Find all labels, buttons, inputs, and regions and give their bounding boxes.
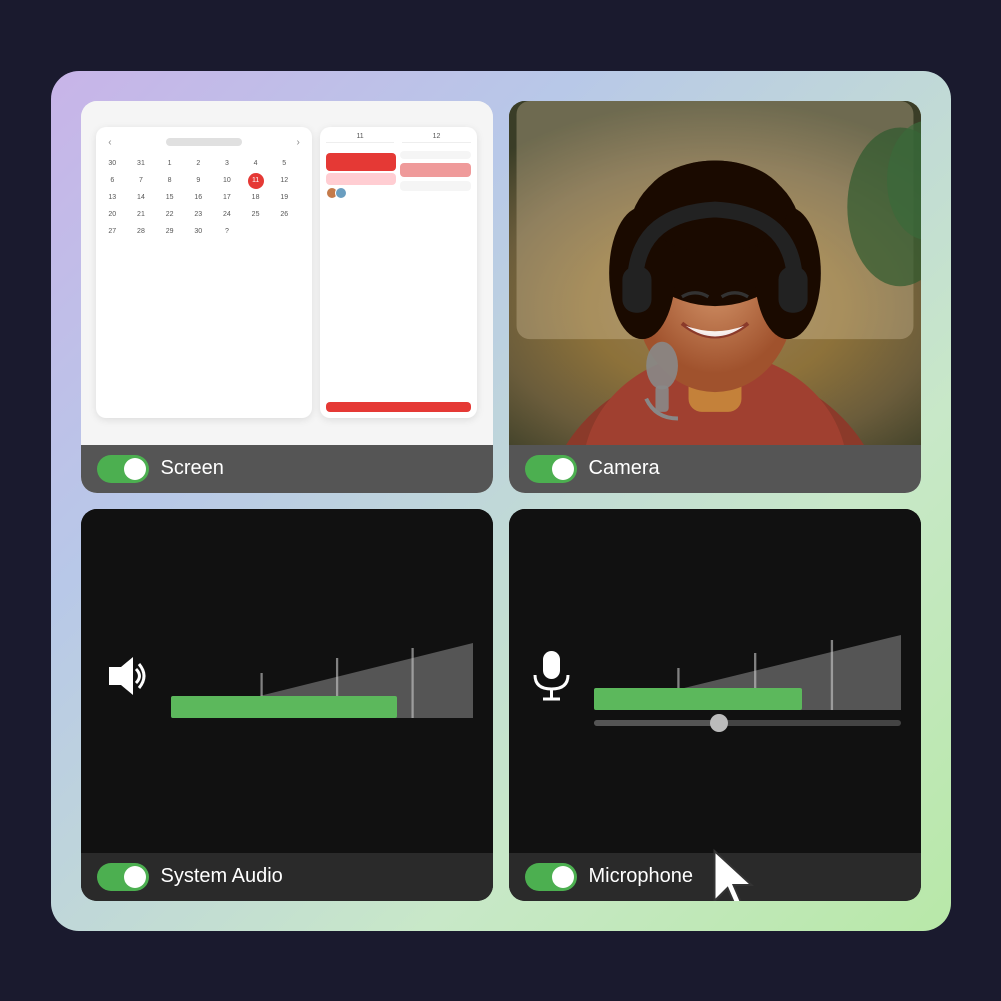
cal-day[interactable]: 14: [133, 190, 149, 206]
mic-visualization: [509, 509, 921, 853]
cal-day[interactable]: 5: [276, 156, 292, 172]
mic-card: Microphone: [509, 509, 921, 901]
camera-toggle[interactable]: [525, 455, 577, 483]
cal-day[interactable]: 30: [190, 224, 206, 240]
cal-day[interactable]: 27: [104, 224, 120, 240]
cal-day[interactable]: 19: [276, 190, 292, 206]
screen-label: Screen: [161, 457, 224, 480]
cal-day[interactable]: 10: [219, 173, 235, 189]
sched-col-2: 12: [402, 133, 470, 143]
cal-month-title: [166, 138, 243, 146]
cal-day[interactable]: 18: [248, 190, 264, 206]
cal-day[interactable]: 21: [133, 207, 149, 223]
screen-preview: ‹ › 30 31 1 2 3 4 5 6 7 8: [81, 101, 493, 445]
camera-toggle-thumb: [552, 458, 574, 480]
cal-day[interactable]: 30: [104, 156, 120, 172]
screen-card: ‹ › 30 31 1 2 3 4 5 6 7 8: [81, 101, 493, 493]
cal-day[interactable]: 3: [219, 156, 235, 172]
camera-label: Camera: [589, 457, 660, 480]
schedule-widget: 11 12: [320, 127, 477, 419]
cal-day[interactable]: 28: [133, 224, 149, 240]
cal-day[interactable]: 13: [104, 190, 120, 206]
cal-day[interactable]: 26: [276, 207, 292, 223]
calendar-widget: ‹ › 30 31 1 2 3 4 5 6 7 8: [96, 127, 312, 419]
cal-day[interactable]: 31: [133, 156, 149, 172]
cal-day[interactable]: 8: [162, 173, 178, 189]
mic-toggle-thumb: [552, 866, 574, 888]
audio-card: System Audio: [81, 509, 493, 901]
camera-card-bottom: Camera: [509, 445, 921, 493]
camera-feed: [509, 101, 921, 445]
mic-card-bottom: Microphone: [509, 853, 921, 901]
audio-toggle-thumb: [124, 866, 146, 888]
cal-day[interactable]: 29: [162, 224, 178, 240]
cal-day-highlighted[interactable]: 11: [248, 173, 264, 189]
mic-toggle[interactable]: [525, 863, 577, 891]
microphone-icon: [529, 649, 574, 713]
cal-day[interactable]: 20: [104, 207, 120, 223]
cal-day[interactable]: 23: [190, 207, 206, 223]
sched-event-2: [326, 173, 396, 185]
cal-day[interactable]: 15: [162, 190, 178, 206]
sched-event-1: [326, 153, 396, 171]
cal-prev-arrow[interactable]: ‹: [108, 137, 111, 148]
mic-label: Microphone: [589, 865, 694, 888]
audio-visualization: [81, 509, 493, 853]
camera-preview: [509, 101, 921, 445]
cal-day[interactable]: 22: [162, 207, 178, 223]
cal-day[interactable]: 4: [248, 156, 264, 172]
audio-viz-preview: [81, 509, 493, 853]
cal-day[interactable]: 2: [190, 156, 206, 172]
screen-card-bottom: Screen: [81, 445, 493, 493]
cal-day[interactable]: 17: [219, 190, 235, 206]
camera-person-illustration: [509, 101, 921, 445]
sched-col-1: 11: [326, 133, 394, 143]
calendar-preview: ‹ › 30 31 1 2 3 4 5 6 7 8: [81, 101, 493, 445]
audio-toggle[interactable]: [97, 863, 149, 891]
audio-label: System Audio: [161, 865, 283, 888]
screen-toggle[interactable]: [97, 455, 149, 483]
speaker-icon: [101, 651, 151, 710]
cal-day[interactable]: 7: [133, 173, 149, 189]
cal-day[interactable]: 24: [219, 207, 235, 223]
cal-day[interactable]: 9: [190, 173, 206, 189]
camera-card: Camera: [509, 101, 921, 493]
cal-grid: 30 31 1 2 3 4 5 6 7 8 9 10 11 12: [104, 156, 304, 240]
cal-day[interactable]: 1: [162, 156, 178, 172]
cal-day[interactable]: 6: [104, 173, 120, 189]
cal-day[interactable]: ?: [219, 224, 235, 240]
cal-day[interactable]: 12: [276, 173, 292, 189]
cal-day[interactable]: 16: [190, 190, 206, 206]
screen-toggle-thumb: [124, 458, 146, 480]
audio-card-bottom: System Audio: [81, 853, 493, 901]
cal-day[interactable]: 25: [248, 207, 264, 223]
avatar-2: [335, 187, 347, 199]
mic-viz-preview: [509, 509, 921, 853]
main-container: ‹ › 30 31 1 2 3 4 5 6 7 8: [51, 71, 951, 931]
cal-next-arrow[interactable]: ›: [297, 137, 300, 148]
